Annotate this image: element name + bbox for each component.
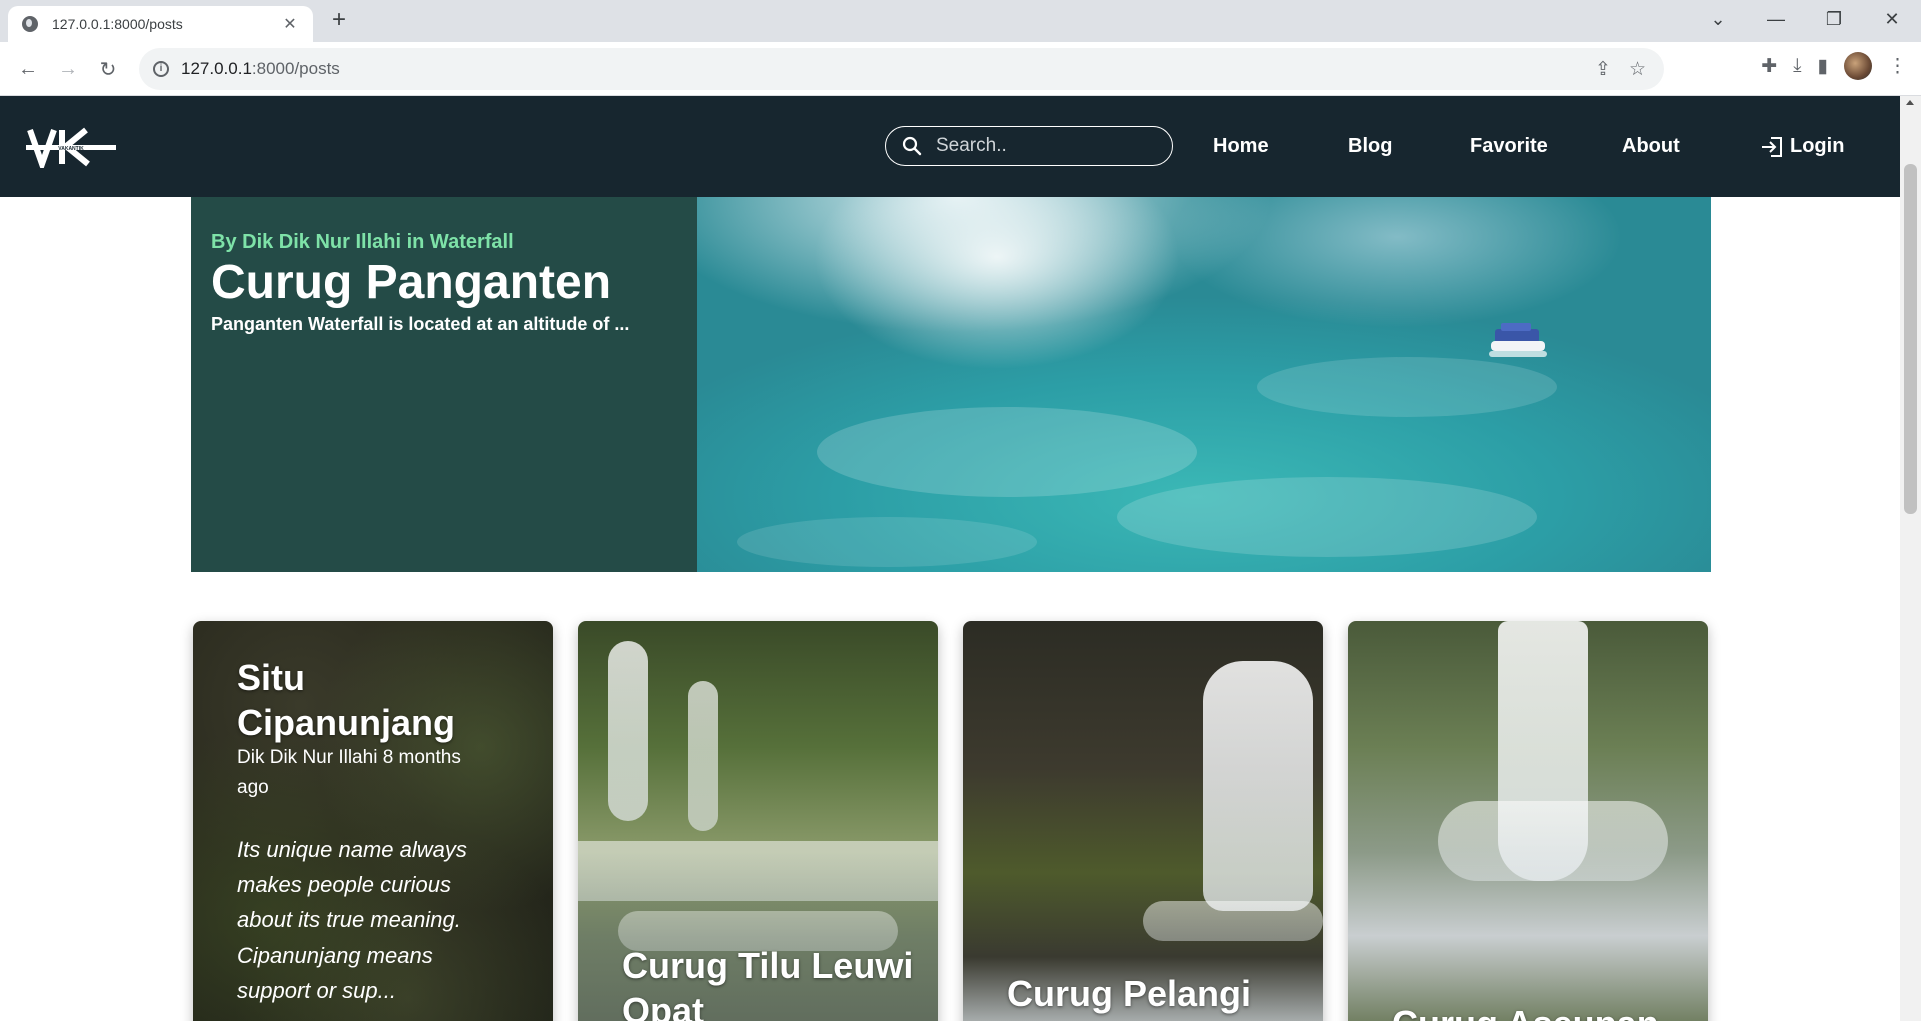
featured-byline[interactable]: By Dik Dik Nur Illahi in Waterfall [211, 231, 677, 254]
side-panel-icon[interactable]: ▮ [1818, 55, 1828, 78]
menu-kebab-icon[interactable]: ⋮ [1888, 55, 1907, 78]
page-viewport: VAKANTIK Home Blog Favorite About Login … [0, 96, 1900, 1021]
avatar[interactable] [1844, 52, 1872, 80]
featured-title[interactable]: Curug Panganten [211, 257, 677, 308]
featured-post[interactable]: By Dik Dik Nur Illahi in Waterfall Curug… [191, 197, 1711, 572]
back-arrow-icon[interactable]: ← [12, 53, 44, 85]
download-icon[interactable]: ⤓ [1793, 55, 1801, 77]
post-card[interactable]: Curug Tilu Leuwi Opat [578, 621, 938, 1021]
restore-button[interactable]: ❐ [1805, 0, 1863, 38]
minimize-button[interactable]: — [1747, 0, 1805, 38]
search-input[interactable] [936, 135, 1136, 157]
post-card-title[interactable]: Curug Aseupan [1392, 1001, 1708, 1021]
featured-image [697, 197, 1711, 572]
nav-about[interactable]: About [1622, 96, 1680, 197]
browser-tab[interactable]: 127.0.0.1:8000/posts ✕ [8, 6, 313, 42]
logo-subtext: VAKANTIK [58, 146, 84, 152]
url-text: 127.0.0.1:8000/posts [181, 59, 340, 78]
post-card-title[interactable]: Curug Tilu Leuwi Opat [622, 943, 922, 1021]
search-icon [902, 136, 922, 156]
featured-excerpt: Panganten Waterfall is located at an alt… [211, 314, 630, 335]
nav-favorite[interactable]: Favorite [1470, 96, 1548, 197]
browser-tabstrip: 127.0.0.1:8000/posts ✕ + ⌄ — ❐ ✕ [0, 0, 1921, 42]
window-controls: ⌄ — ❐ ✕ [1689, 0, 1921, 42]
nav-home[interactable]: Home [1213, 96, 1269, 197]
boat-image [1489, 323, 1547, 357]
scroll-up-arrow-icon[interactable] [1906, 100, 1914, 105]
address-bar[interactable]: i 127.0.0.1:8000/posts ⇪ ☆ [139, 48, 1664, 90]
login-label: Login [1790, 135, 1845, 157]
reload-icon[interactable]: ↻ [92, 53, 124, 85]
featured-post-panel: By Dik Dik Nur Illahi in Waterfall Curug… [191, 197, 697, 572]
login-icon [1762, 136, 1782, 157]
site-navbar: VAKANTIK Home Blog Favorite About Login [0, 96, 1900, 197]
post-card-meta: Dik Dik Nur Illahi 8 months ago [237, 747, 461, 799]
post-card[interactable]: Curug Aseupan [1348, 621, 1708, 1021]
info-icon[interactable]: i [153, 61, 169, 77]
new-tab-button[interactable]: + [326, 8, 352, 34]
tab-title: 127.0.0.1:8000/posts [52, 16, 183, 32]
close-window-button[interactable]: ✕ [1863, 0, 1921, 38]
post-card[interactable]: Situ Cipanunjang Dik Dik Nur Illahi 8 mo… [193, 621, 553, 1021]
post-card-excerpt: Its unique name always makes people curi… [237, 837, 467, 1003]
site-logo[interactable]: VAKANTIK [26, 126, 116, 168]
globe-icon [22, 16, 38, 32]
nav-blog[interactable]: Blog [1348, 96, 1392, 197]
share-icon[interactable]: ⇪ [1595, 58, 1611, 81]
nav-login[interactable]: Login [1760, 96, 1844, 197]
post-card-title[interactable]: Curug Pelangi [1007, 971, 1323, 1016]
close-icon[interactable]: ✕ [281, 14, 299, 34]
scrollbar-thumb[interactable] [1904, 164, 1917, 514]
browser-toolbar: ← → ↻ i 127.0.0.1:8000/posts ⇪ ☆ ✚ ⤓ ▮ ⋮ [0, 42, 1921, 96]
page-scrollbar[interactable] [1900, 96, 1921, 1021]
post-cards: Situ Cipanunjang Dik Dik Nur Illahi 8 mo… [193, 621, 1713, 1021]
forward-arrow-icon[interactable]: → [52, 53, 84, 85]
star-icon[interactable]: ☆ [1629, 58, 1646, 81]
search-box [885, 126, 1173, 166]
extensions-icon[interactable]: ✚ [1761, 55, 1777, 78]
post-card-title[interactable]: Situ Cipanunjang [237, 655, 497, 745]
post-card[interactable]: Curug Pelangi [963, 621, 1323, 1021]
tab-search-icon[interactable]: ⌄ [1689, 0, 1747, 38]
